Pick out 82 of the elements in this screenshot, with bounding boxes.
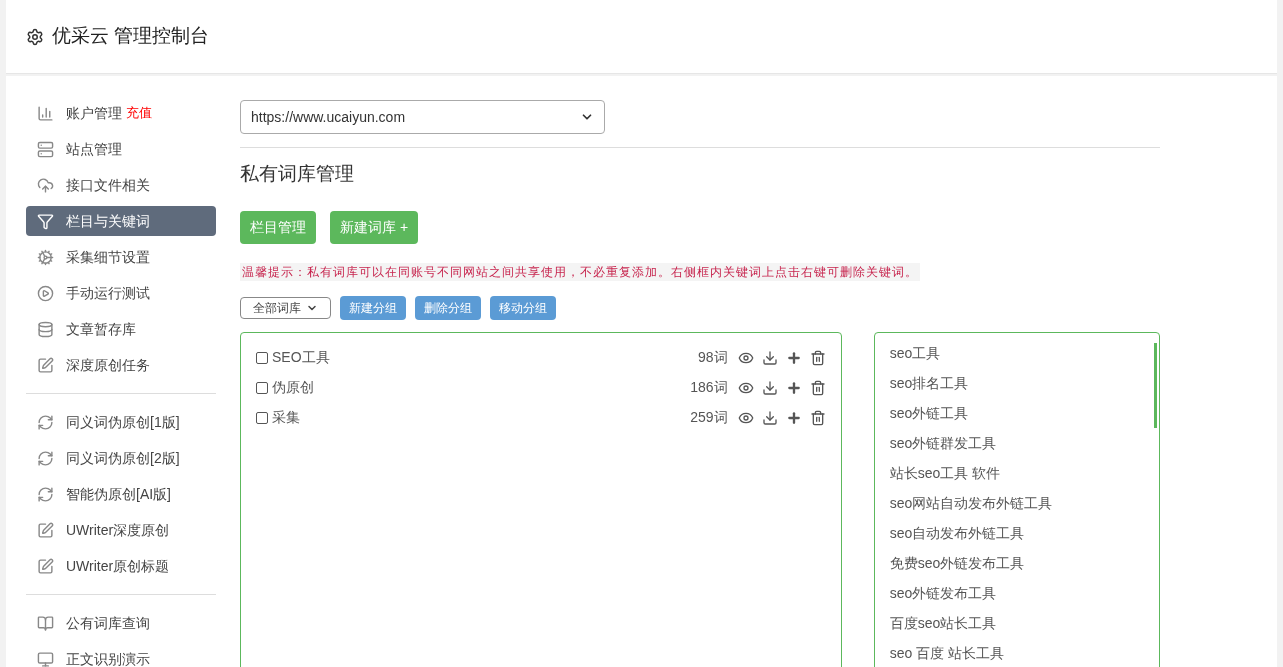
- sidebar-item[interactable]: 同义词伪原创[2版]: [26, 443, 216, 473]
- keyword-item[interactable]: seo 百度 站长工具: [889, 638, 1004, 667]
- sidebar-item[interactable]: 站点管理: [26, 134, 216, 164]
- sidebar-label: 接口文件相关: [66, 175, 150, 195]
- tip-text: 温馨提示：私有词库可以在同账号不同网站之间共享使用，不必重复添加。右侧框内关键词上点击右键可删除关键词。: [240, 262, 920, 281]
- sidebar-item[interactable]: 正文识别演示: [26, 644, 216, 667]
- delete-icon[interactable]: [809, 379, 826, 396]
- sidebar-label: 公有词库查询: [66, 613, 150, 633]
- sidebar-item[interactable]: UWriter原创标题: [26, 551, 216, 581]
- library-name[interactable]: 伪原创: [272, 377, 314, 398]
- keyword-item[interactable]: 免费seo外链发布工具: [889, 548, 1025, 579]
- sidebar-label: 栏目与关键词: [66, 211, 150, 231]
- delete-icon[interactable]: [809, 409, 826, 426]
- edit-icon: [37, 557, 54, 575]
- sidebar-item[interactable]: 文章暂存库: [26, 314, 216, 344]
- sidebar-label: 采集细节设置: [66, 247, 150, 267]
- download-icon[interactable]: [761, 409, 778, 426]
- keyword-item[interactable]: seo自动发布外链工具: [889, 518, 1025, 549]
- word-count: 98词: [698, 348, 728, 367]
- sidebar-item[interactable]: 同义词伪原创[1版]: [26, 407, 216, 437]
- word-count: 186词: [690, 378, 728, 397]
- keyword-item[interactable]: 站长seo工具 软件: [889, 458, 1001, 489]
- sidebar-item[interactable]: 智能伪原创[AI版]: [26, 479, 216, 509]
- play-icon: [37, 284, 54, 302]
- keyword-item[interactable]: seo网站自动发布外链工具: [889, 488, 1053, 519]
- add-icon[interactable]: [785, 409, 802, 426]
- keyword-item[interactable]: seo工具: [889, 338, 941, 369]
- sidebar-label: 智能伪原创[AI版]: [66, 484, 171, 504]
- keyword-item[interactable]: seo外链工具: [889, 398, 969, 429]
- sidebar-item[interactable]: 栏目与关键词: [26, 206, 216, 236]
- word-count: 259词: [690, 408, 728, 427]
- bar-chart-icon: [37, 104, 54, 122]
- cloud-upload-icon: [37, 176, 54, 194]
- sidebar-item[interactable]: 采集细节设置: [26, 242, 216, 272]
- scrollbar[interactable]: [1154, 342, 1157, 428]
- sidebar-label: 同义词伪原创[1版]: [66, 412, 180, 432]
- add-icon[interactable]: [785, 379, 802, 396]
- recharge-link[interactable]: 充值: [126, 103, 152, 123]
- edit-icon: [37, 521, 54, 539]
- monitor-icon: [37, 650, 54, 667]
- sidebar-label: 文章暂存库: [66, 319, 136, 339]
- filter-icon: [37, 212, 54, 230]
- database-icon: [37, 320, 54, 338]
- sidebar-item[interactable]: 手动运行测试: [26, 278, 216, 308]
- refresh-icon: [37, 413, 54, 431]
- download-icon[interactable]: [761, 379, 778, 396]
- sidebar-item[interactable]: UWriter深度原创: [26, 515, 216, 545]
- sidebar-label: 站点管理: [66, 139, 122, 159]
- gear-icon: [37, 248, 54, 266]
- edit-icon: [37, 356, 54, 374]
- site-select[interactable]: https://www.ucaiyun.com: [240, 100, 605, 134]
- sidebar-item[interactable]: 深度原创任务: [26, 350, 216, 380]
- book-icon: [37, 614, 54, 632]
- library-name[interactable]: SEO工具: [272, 347, 330, 368]
- checkbox[interactable]: [256, 411, 268, 424]
- group-select[interactable]: 全部词库: [240, 296, 331, 319]
- server-icon: [37, 140, 54, 158]
- library-name[interactable]: 采集: [272, 407, 300, 428]
- add-icon[interactable]: [785, 349, 802, 366]
- download-icon[interactable]: [761, 349, 778, 366]
- refresh-icon: [37, 449, 54, 467]
- sidebar-label: 深度原创任务: [66, 355, 150, 375]
- sidebar-item[interactable]: 公有词库查询: [26, 608, 216, 638]
- sidebar-label: 正文识别演示: [66, 649, 150, 667]
- refresh-icon: [37, 485, 54, 503]
- sidebar-label: 手动运行测试: [66, 283, 150, 303]
- sidebar-item[interactable]: 接口文件相关: [26, 170, 216, 200]
- section-title: 私有词库管理: [240, 162, 355, 186]
- checkbox[interactable]: [256, 381, 268, 394]
- settings-icon: [26, 27, 44, 46]
- keyword-item[interactable]: seo外链发布工具: [889, 578, 997, 609]
- sidebar-label: 同义词伪原创[2版]: [66, 448, 180, 468]
- header-title: 优采云 管理控制台: [52, 24, 210, 49]
- keyword-item[interactable]: seo外链群发工具: [889, 428, 997, 459]
- sidebar-label: UWriter原创标题: [66, 556, 170, 576]
- keyword-item[interactable]: seo排名工具: [889, 368, 969, 399]
- keyword-item[interactable]: 百度seo站长工具: [889, 608, 997, 639]
- sidebar-label: 账户管理: [66, 103, 122, 123]
- delete-icon[interactable]: [809, 349, 826, 366]
- sidebar-label: UWriter深度原创: [66, 520, 170, 540]
- checkbox[interactable]: [256, 351, 268, 364]
- sidebar-item[interactable]: 账户管理 充值: [26, 98, 216, 128]
